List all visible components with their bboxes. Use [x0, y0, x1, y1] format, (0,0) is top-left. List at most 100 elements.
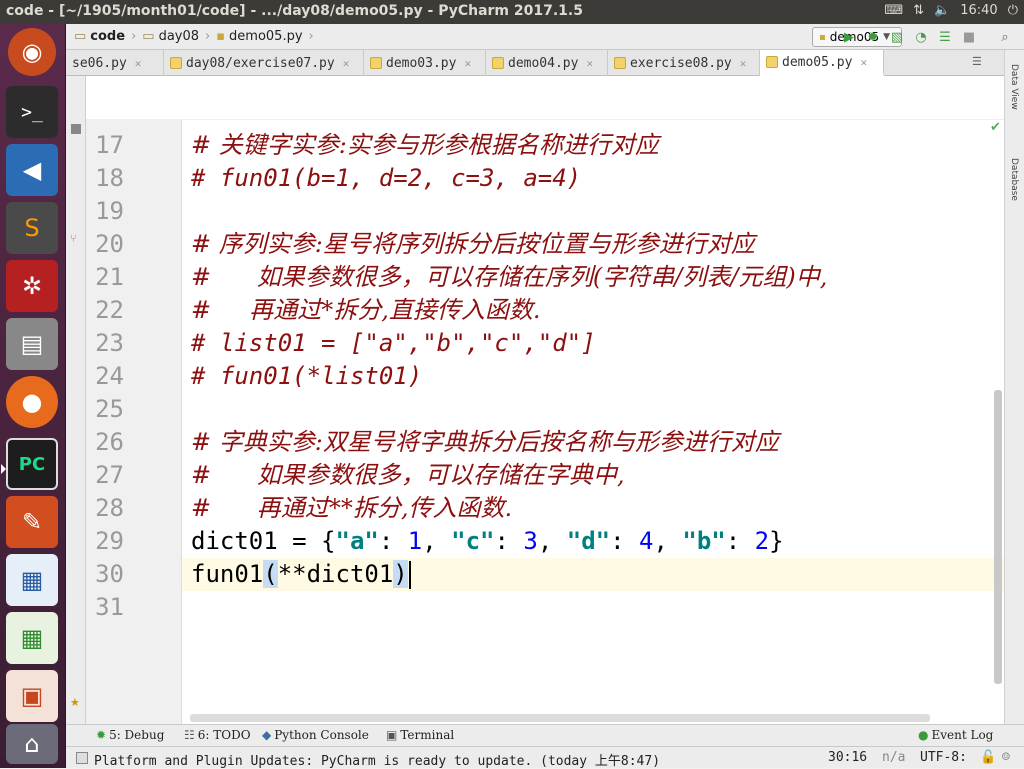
line-number: 21 [95, 263, 124, 291]
tab-demo03[interactable]: demo03.py ✕ [364, 50, 486, 76]
vertical-scrollbar[interactable] [994, 390, 1002, 684]
tab-demo05[interactable]: demo05.py ✕ [760, 50, 884, 76]
line-number: 28 [95, 494, 124, 522]
terminal-icon[interactable]: >_ [6, 86, 58, 138]
impress-icon[interactable]: ▣ [6, 670, 58, 722]
files-icon[interactable]: ▤ [6, 318, 58, 370]
console-label: Python Console [274, 728, 369, 742]
calc-icon[interactable]: ▦ [6, 612, 58, 664]
python-file-icon [766, 56, 778, 68]
lock-icon[interactable]: 🔓 [980, 750, 996, 765]
pycharm-icon[interactable]: PC [6, 438, 58, 490]
python-file-icon: ▪ [216, 29, 226, 44]
folder-icon: ▭ [142, 29, 155, 44]
search-everywhere-icon[interactable]: ⌕ [996, 28, 1014, 46]
ubuntu-dash-icon[interactable]: ◉ [8, 28, 56, 76]
code-line: # 再通过*拆分,直接传入函数. [191, 296, 541, 324]
breadcrumb-file[interactable]: demo05.py [229, 29, 303, 44]
terminal-label: Terminal [400, 728, 455, 742]
data-view-tab[interactable]: Data View [1009, 64, 1019, 110]
caret-position[interactable]: 30:16 [828, 750, 867, 765]
close-icon[interactable]: ✕ [586, 57, 593, 70]
power-icon[interactable]: ⏻ [1008, 3, 1018, 18]
event-log-button[interactable]: ● Event Log [918, 728, 993, 742]
status-message[interactable]: Platform and Plugin Updates: PyCharm is … [94, 750, 660, 769]
pencil-app-icon[interactable]: ✎ [6, 496, 58, 548]
code-line: # fun01(*list01) [191, 362, 423, 390]
line-number: 27 [95, 461, 124, 489]
code-line: # fun01(b=1, d=2, c=3, a=4) [191, 164, 582, 192]
inspection-ok-icon[interactable]: ✔ [990, 120, 1001, 135]
close-icon[interactable]: ✕ [464, 57, 471, 70]
code-line: # 序列实参:星号将序列拆分后按位置与形参进行对应 [191, 230, 755, 258]
system-tray: ⌨ ⇅ 🔈 16:40 ⏻ [884, 3, 1018, 18]
sublime-icon[interactable]: S [6, 202, 58, 254]
terminal-tool-button[interactable]: ▣ Terminal [386, 728, 454, 742]
network-tool-icon[interactable]: ✲ [6, 260, 58, 312]
breadcrumb-day08[interactable]: day08 [159, 29, 199, 44]
favorites-icon[interactable]: ★ [70, 696, 80, 709]
code-editor[interactable]: ✔ 17 18 19 20 21 22 23 24 25 26 27 28 29… [86, 76, 1004, 724]
editor-header [86, 76, 1004, 120]
run-icon[interactable]: ▶ [840, 28, 858, 46]
event-log-label: Event Log [931, 728, 994, 742]
database-tab[interactable]: Database [1009, 158, 1019, 201]
tool-window-bar: ✹ 5: Debug ☷ 6: TODO ◆ Python Console ▣ Term… [66, 724, 1024, 746]
debug-icon: ✹ [96, 728, 107, 742]
stop-icon[interactable]: ■ [960, 28, 978, 46]
close-icon[interactable]: ✕ [740, 57, 747, 70]
tab-label: demo03.py [386, 55, 457, 71]
todo-label: 6: TODO [197, 728, 251, 742]
trash-icon[interactable]: ⌂ [6, 724, 58, 764]
status-toggle-icon[interactable] [76, 752, 88, 764]
line-number: 24 [95, 362, 124, 390]
debug-label: 5: Debug [109, 728, 165, 742]
python-file-icon [170, 57, 182, 69]
firefox-icon[interactable]: ● [6, 376, 58, 428]
line-number: 17 [95, 131, 124, 159]
code-line: # list01 = ["a","b","c","d"] [191, 329, 596, 357]
tab-se06[interactable]: se06.py ✕ [66, 50, 164, 76]
close-icon[interactable]: ✕ [860, 56, 867, 69]
coverage-icon[interactable]: ▧ [888, 28, 906, 46]
volume-icon[interactable]: 🔈 [934, 3, 950, 18]
line-separator-indicator[interactable]: n/a [882, 750, 905, 765]
breadcrumb-code[interactable]: code [90, 29, 125, 44]
tab-exercise08[interactable]: exercise08.py ✕ [608, 50, 760, 76]
python-console-button[interactable]: ◆ Python Console [262, 728, 369, 742]
python-file-icon: ▪ [819, 31, 826, 43]
code-line: # 如果参数很多，可以存储在字典中, [191, 461, 625, 489]
todo-tool-button[interactable]: ☷ 6: TODO [184, 728, 251, 742]
clock[interactable]: 16:40 [960, 3, 997, 18]
navigation-bar: ▭ code › ▭ day08 › ▪ demo05.py › ▪ demo0… [66, 24, 1024, 50]
code-line: # 如果参数很多，可以存储在序列(字符串/列表/元组)中, [191, 263, 828, 291]
close-icon[interactable]: ✕ [343, 57, 350, 70]
keyboard-icon[interactable]: ⌨ [884, 3, 903, 18]
close-icon[interactable]: ✕ [135, 57, 142, 70]
right-tool-strip: Data View Database [1004, 50, 1024, 724]
horizontal-scrollbar[interactable] [190, 714, 930, 722]
python-file-icon [614, 57, 626, 69]
tab-demo04[interactable]: demo04.py ✕ [486, 50, 608, 76]
profile-icon[interactable]: ◔ [912, 28, 930, 46]
debug-tool-button[interactable]: ✹ 5: Debug [96, 728, 164, 742]
project-icon[interactable] [71, 124, 81, 134]
code-line: # 再通过**拆分,传入函数. [191, 494, 513, 522]
tab-label: se06.py [72, 55, 127, 71]
concurrency-icon[interactable]: ☰ [936, 28, 954, 46]
inspector-icon[interactable]: ☺ [1002, 750, 1010, 765]
structure-icon[interactable]: ⑂ [70, 232, 77, 245]
debug-icon[interactable]: ✹ [864, 28, 882, 46]
tab-overflow-icon[interactable]: ☰ [972, 55, 982, 68]
tab-label: demo05.py [782, 54, 853, 70]
line-number: 29 [95, 527, 124, 555]
left-tool-strip: ⑂ ★ [66, 76, 86, 724]
tab-label: exercise08.py [630, 55, 732, 71]
tab-label: demo04.py [508, 55, 579, 71]
network-icon[interactable]: ⇅ [913, 3, 924, 18]
tab-exercise07[interactable]: day08/exercise07.py ✕ [164, 50, 364, 76]
file-encoding[interactable]: UTF-8: [920, 750, 967, 765]
text-caret [408, 561, 411, 589]
writer-icon[interactable]: ▦ [6, 554, 58, 606]
vscode-icon[interactable]: ◀ [6, 144, 58, 196]
